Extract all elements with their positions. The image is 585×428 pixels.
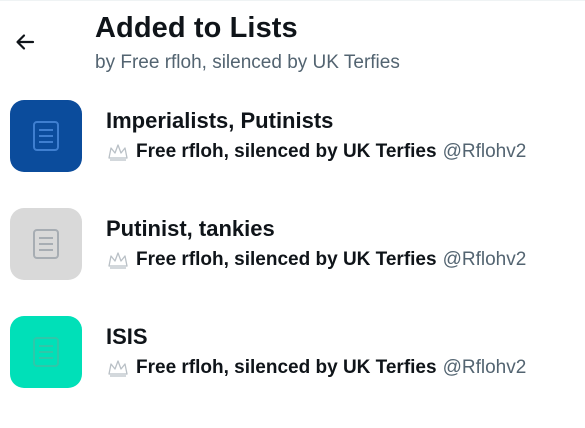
- owner-avatar: [108, 252, 128, 269]
- page-header: Added to Lists by Free rfloh, silenced b…: [0, 0, 585, 90]
- list-name: Imperialists, Putinists: [106, 108, 334, 133]
- list-thumbnail: [10, 100, 82, 172]
- list-name: Putinist, tankies: [106, 216, 275, 241]
- owner-handle: @Rflohv2: [442, 357, 527, 378]
- list-document-icon: [33, 337, 59, 367]
- owner-avatar: [108, 360, 128, 377]
- owner-name: Free rfloh, silenced by UK Terfies: [136, 141, 437, 162]
- list-owner: Free rfloh, silenced by UK Terfies @Rflo…: [106, 248, 526, 272]
- back-button[interactable]: [6, 23, 44, 61]
- page-subtitle: by Free rfloh, silenced by UK Terfies: [95, 52, 400, 73]
- list-thumbnail: [10, 208, 82, 280]
- list-item[interactable]: Putinist, tankies Free rfloh, silenced b…: [0, 198, 585, 306]
- owner-handle: @Rflohv2: [442, 249, 527, 270]
- owner-name: Free rfloh, silenced by UK Terfies: [136, 357, 437, 378]
- list-owner: Free rfloh, silenced by UK Terfies @Rflo…: [106, 140, 526, 164]
- lists-container: Imperialists, Putinists Free rfloh, sile…: [0, 90, 585, 414]
- list-item[interactable]: ISIS Free rfloh, silenced by UK Terfies …: [0, 306, 585, 414]
- list-item[interactable]: Imperialists, Putinists Free rfloh, sile…: [0, 90, 585, 198]
- owner-handle: @Rflohv2: [442, 141, 527, 162]
- list-thumbnail: [10, 316, 82, 388]
- owner-name: Free rfloh, silenced by UK Terfies: [136, 249, 437, 270]
- arrow-left-icon: [16, 34, 35, 50]
- list-owner: Free rfloh, silenced by UK Terfies @Rflo…: [106, 356, 526, 380]
- list-document-icon: [33, 229, 59, 259]
- list-name: ISIS: [106, 324, 148, 349]
- owner-avatar: [108, 144, 128, 161]
- list-document-icon: [33, 121, 59, 151]
- page-title: Added to Lists: [95, 12, 298, 44]
